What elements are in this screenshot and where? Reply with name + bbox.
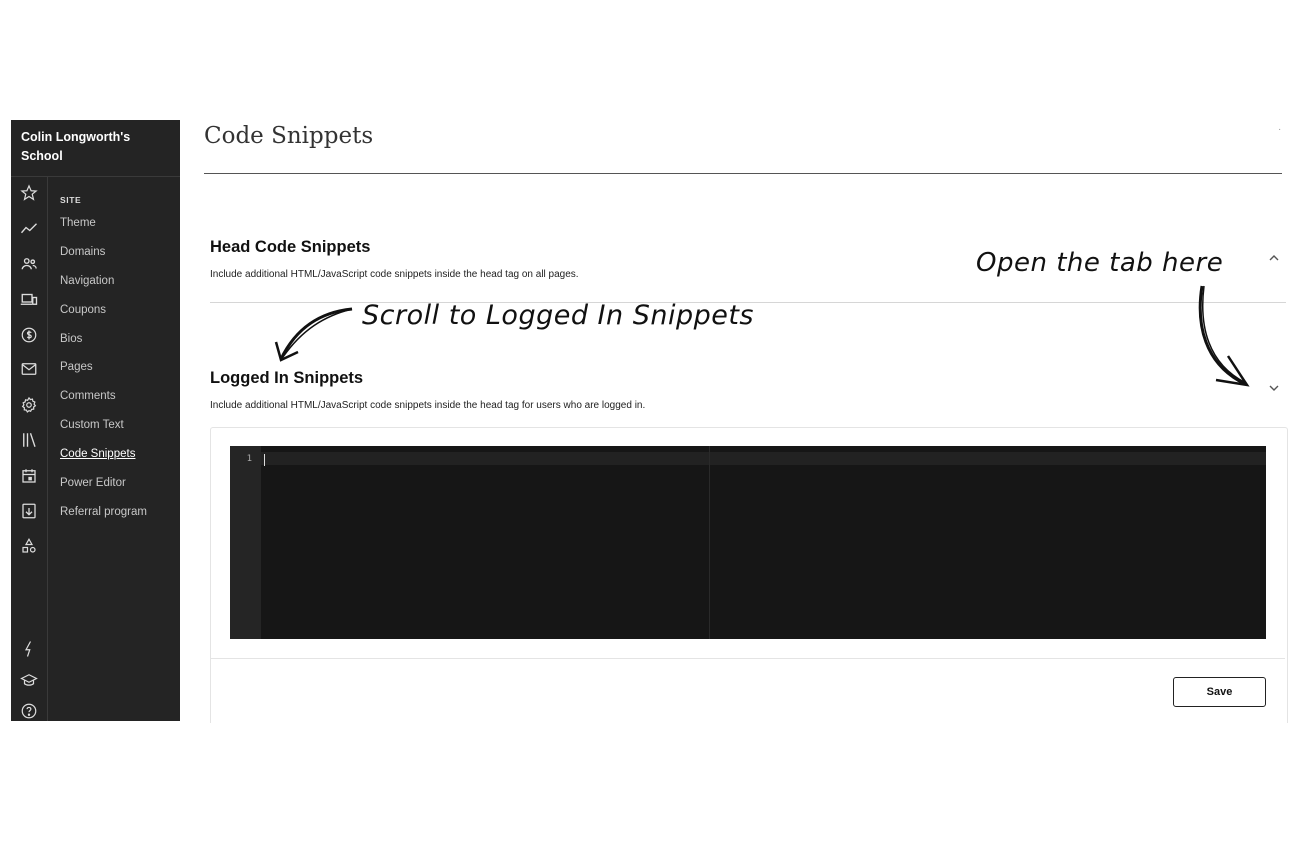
bolt-icon[interactable] [17, 637, 41, 661]
down-arrow-icon [1198, 285, 1250, 387]
devices-icon[interactable] [17, 287, 41, 311]
save-button[interactable]: Save [1173, 677, 1266, 707]
site-menu: SITE Theme Domains Navigation Coupons Bi… [60, 192, 178, 527]
school-header[interactable]: Colin Longworth's School [11, 120, 180, 177]
gear-icon[interactable] [17, 393, 41, 417]
help-icon[interactable] [17, 699, 41, 723]
logged-in-snippets-title[interactable]: Logged In Snippets [210, 369, 363, 388]
sidebar: Colin Longworth's School SITE Theme Doma… [11, 120, 180, 721]
page-title: Code Snippets [204, 123, 374, 149]
panel-footer-divider [211, 658, 1285, 659]
sidebar-item-custom-text[interactable]: Custom Text [60, 411, 178, 440]
scroll-annotation: Scroll to Logged In Snippets [362, 300, 754, 331]
sidebar-item-theme[interactable]: Theme [60, 209, 178, 238]
sidebar-item-comments[interactable]: Comments [60, 382, 178, 411]
sidebar-item-navigation[interactable]: Navigation [60, 267, 178, 296]
dollar-icon[interactable] [17, 323, 41, 347]
head-snippets-title[interactable]: Head Code Snippets [210, 238, 370, 257]
sidebar-item-code-snippets[interactable]: Code Snippets [60, 440, 178, 469]
sidebar-item-bios[interactable]: Bios [60, 325, 178, 354]
icon-rail [11, 177, 48, 721]
graduation-cap-icon[interactable] [17, 668, 41, 692]
editor-gutter: 1 [230, 446, 261, 639]
menu-heading: SITE [60, 195, 82, 205]
mail-icon[interactable] [17, 357, 41, 381]
library-icon[interactable] [17, 428, 41, 452]
sidebar-item-pages[interactable]: Pages [60, 353, 178, 382]
sidebar-item-domains[interactable]: Domains [60, 238, 178, 267]
shapes-icon[interactable] [17, 534, 41, 558]
chevron-down-icon[interactable] [1268, 381, 1284, 397]
active-line-highlight [261, 452, 1266, 465]
school-name: Colin Longworth's School [21, 130, 131, 163]
open-tab-annotation: Open the tab here [976, 248, 1224, 278]
code-editor[interactable]: 1 [230, 446, 1266, 639]
star-icon[interactable] [17, 181, 41, 205]
sidebar-item-power-editor[interactable]: Power Editor [60, 469, 178, 498]
sidebar-item-referral-program[interactable]: Referral program [60, 498, 178, 527]
chevron-up-icon[interactable] [1268, 251, 1284, 267]
more-indicator: · [1278, 124, 1282, 135]
head-snippets-description: Include additional HTML/JavaScript code … [210, 269, 579, 280]
print-margin [709, 446, 710, 639]
line-number: 1 [246, 454, 252, 464]
analytics-icon[interactable] [17, 217, 41, 241]
title-divider [204, 173, 1282, 174]
curved-arrow-icon [274, 307, 353, 362]
text-cursor [264, 454, 265, 466]
logged-in-snippets-description: Include additional HTML/JavaScript code … [210, 400, 646, 411]
sidebar-item-coupons[interactable]: Coupons [60, 296, 178, 325]
calendar-icon[interactable] [17, 464, 41, 488]
download-icon[interactable] [17, 499, 41, 523]
users-icon[interactable] [17, 252, 41, 276]
